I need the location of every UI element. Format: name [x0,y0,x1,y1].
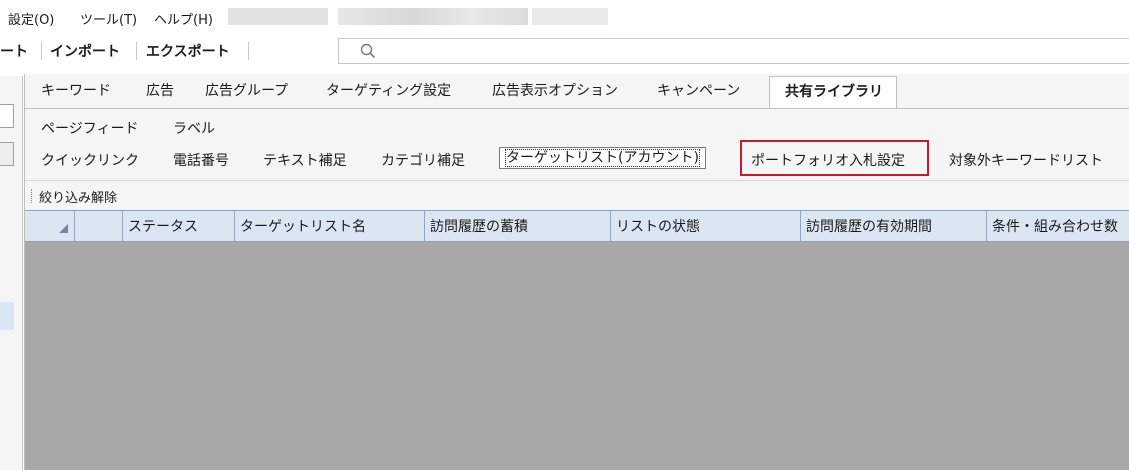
left-panel-control[interactable] [0,104,14,128]
tab-ad-extensions[interactable]: 広告表示オプション [492,80,618,100]
left-panel-selected-item[interactable] [0,302,14,330]
tab-campaigns[interactable]: キャンペーン [657,80,740,100]
toolbar-separator [136,42,137,60]
sub-tab-negative-keyword-list[interactable]: 対象外キーワードリスト [949,150,1103,170]
tab-ads[interactable]: 広告 [146,80,174,100]
search-input[interactable] [338,38,1129,64]
table-body-empty [25,242,1129,470]
tab-keyword[interactable]: キーワード [41,80,111,100]
highlight-box [740,140,929,176]
toolbar-separator [41,42,42,60]
main-panel: キーワード 広告 広告グループ ターゲティング設定 広告表示オプション キャンペ… [24,74,1129,470]
sub-tab-phone-number[interactable]: 電話番号 [173,150,229,170]
sub-tab-row-2: クイックリンク 電話番号 テキスト補足 カテゴリ補足 ターゲットリスト(アカウン… [25,140,1129,176]
export-button[interactable]: エクスポート [146,41,230,61]
column-header-select-all[interactable] [25,211,75,241]
table-header: ステータス ターゲットリスト名 訪問履歴の蓄積 リストの状態 訪問履歴の有効期間… [25,210,1129,242]
left-panel-control[interactable] [0,142,14,166]
sub-tab-target-list-account-label: ターゲットリスト(アカウント) [505,149,700,167]
filter-bar: 絞り込み解除 [25,180,1129,209]
column-header-status[interactable]: ステータス [123,211,235,241]
sub-tab-page-feed[interactable]: ページフィード [41,118,138,138]
sub-tab-category-supplement[interactable]: カテゴリ補足 [381,150,465,170]
column-header-blank[interactable] [75,211,123,241]
column-header-conditions[interactable]: 条件・組み合わせ数 [987,211,1129,241]
tab-targeting[interactable]: ターゲティング設定 [326,80,451,100]
toolbar-grip [31,189,34,203]
sub-tab-target-list-account[interactable]: ターゲットリスト(アカウント) [499,147,706,169]
column-header-visit-validity[interactable]: 訪問履歴の有効期間 [801,211,987,241]
redacted-area [228,8,328,25]
left-panel [0,76,23,470]
menu-tools[interactable]: ツール(T) [80,9,137,28]
menu-help[interactable]: ヘルプ(H) [154,9,213,28]
sub-tab-text-supplement[interactable]: テキスト補足 [263,150,347,170]
export-partial-button[interactable]: ート [0,41,28,61]
column-header-list-status[interactable]: リストの状態 [611,211,801,241]
sub-tab-quick-links[interactable]: クイックリンク [41,150,139,170]
redacted-area [532,8,608,25]
search-icon [360,43,376,59]
column-header-visit-history[interactable]: 訪問履歴の蓄積 [425,211,611,241]
toolbar: ート インポート エクスポート [0,34,1129,68]
redacted-area [338,8,528,25]
tab-shared-library[interactable]: 共有ライブラリ [769,76,897,108]
sub-tab-labels[interactable]: ラベル [173,118,215,138]
main-tab-bar: キーワード 広告 広告グループ ターゲティング設定 広告表示オプション キャンペ… [25,74,1129,109]
menu-bar: 設定(O) ツール(T) ヘルプ(H) [0,0,1129,34]
column-header-target-list-name[interactable]: ターゲットリスト名 [235,211,425,241]
clear-filter-button[interactable]: 絞り込み解除 [39,187,117,206]
import-button[interactable]: インポート [50,41,120,61]
toolbar-separator [248,42,249,60]
sort-corner-icon [59,224,68,233]
sub-tab-row-1: ページフィード ラベル [25,112,1129,140]
tab-ad-groups[interactable]: 広告グループ [205,80,288,100]
menu-settings[interactable]: 設定(O) [8,9,54,28]
